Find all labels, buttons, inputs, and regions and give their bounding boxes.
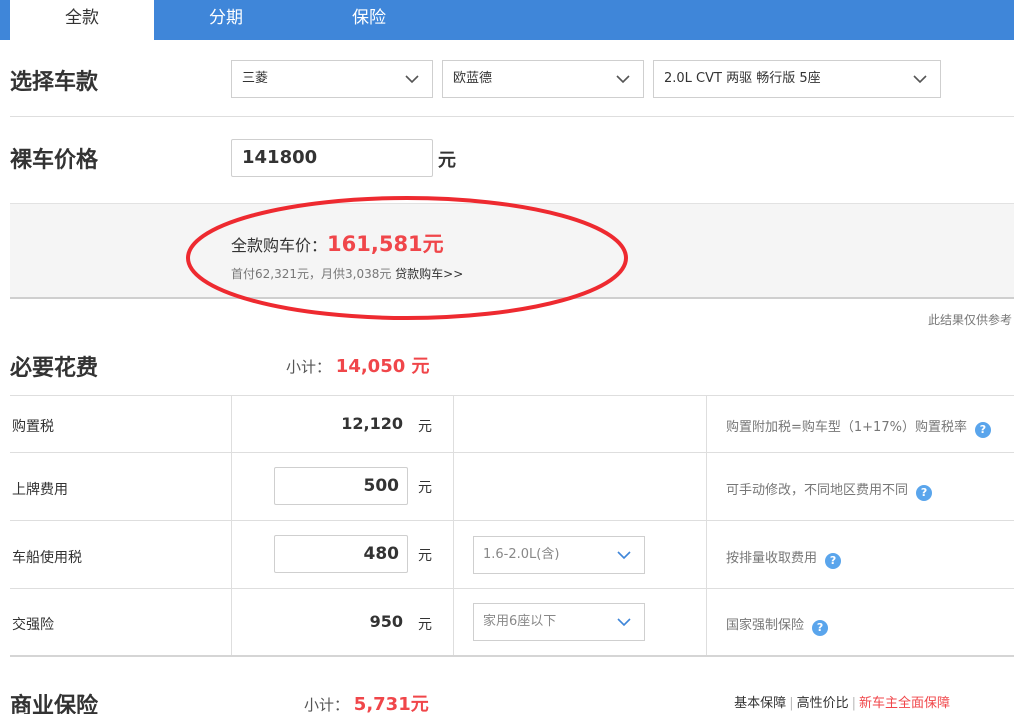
displacement-select[interactable]: 1.6-2.0L(含): [473, 536, 645, 574]
tab-bar: 全款 分期 保险: [0, 0, 1014, 40]
total-price-value: 161,581元: [327, 232, 444, 256]
plan-value-link[interactable]: 高性价比: [797, 696, 849, 711]
chevron-down-icon: [404, 73, 420, 85]
subtotal-label: 小计：: [286, 358, 332, 376]
tab-insurance[interactable]: 保险: [298, 0, 440, 40]
vehicle-tax-label: 车船使用税: [12, 550, 82, 566]
registration-fee-label: 上牌费用: [12, 482, 68, 498]
registration-fee-input[interactable]: 500: [274, 467, 408, 505]
tab-full-payment[interactable]: 全款: [10, 0, 154, 40]
model-select-value: 2.0L CVT 两驱 畅行版 5座: [664, 71, 821, 86]
payment-detail: 首付62,321元，月供3,038元: [231, 267, 392, 281]
table-column-divider: [231, 395, 232, 655]
table-divider: [10, 395, 1014, 396]
loan-purchase-link[interactable]: 贷款购车>>: [395, 267, 463, 281]
necessary-costs-title: 必要花费: [10, 356, 99, 381]
purchase-tax-label: 购置税: [12, 419, 54, 435]
series-select[interactable]: 欧蓝德: [442, 60, 644, 98]
vehicle-tax-note: 按排量收取费用?: [726, 547, 842, 569]
tab-installment[interactable]: 分期: [155, 0, 297, 40]
plan-full-link[interactable]: 新车主全面保障: [859, 696, 950, 711]
question-circle-icon[interactable]: ?: [812, 620, 829, 636]
model-select[interactable]: 2.0L CVT 两驱 畅行版 5座: [653, 60, 941, 98]
reference-note: 此结果仅供参考: [927, 313, 1012, 327]
subtotal-label: 小计：: [304, 696, 350, 714]
compulsory-insurance-label: 交强险: [12, 617, 54, 633]
question-circle-icon[interactable]: ?: [825, 553, 842, 569]
table-divider: [10, 520, 1014, 521]
purchase-tax-amount: 12,120: [341, 414, 403, 433]
vehicle-tax-unit: 元: [418, 548, 432, 564]
table-divider: [10, 655, 1014, 657]
seat-type-select-value: 家用6座以下: [483, 614, 557, 629]
insurance-plan-links: 基本保障 | 高性价比 | 新车主全面保障: [734, 696, 950, 711]
table-column-divider: [706, 395, 707, 655]
necessary-subtotal: 小计： 14,050 元: [286, 352, 430, 378]
chevron-down-icon: [912, 73, 928, 85]
compulsory-insurance-amount: 950: [369, 612, 403, 631]
purchase-tax-note: 购置附加税=购车型（1+17%）购置税率?: [726, 416, 991, 438]
divider: [10, 116, 1014, 117]
table-divider: [10, 452, 1014, 453]
displacement-select-value: 1.6-2.0L(含): [483, 547, 560, 562]
vehicle-tax-input[interactable]: 480: [274, 535, 408, 573]
bare-price-unit: 元: [438, 150, 456, 171]
select-model-title: 选择车款: [10, 70, 99, 95]
compulsory-insurance-unit: 元: [418, 617, 432, 633]
bare-price-title: 裸车价格: [10, 148, 99, 173]
purchase-tax-unit: 元: [418, 419, 432, 435]
subtotal-value: 5,731元: [353, 694, 429, 714]
commercial-subtotal: 小计： 5,731元: [304, 690, 429, 714]
seat-type-select[interactable]: 家用6座以下: [473, 603, 645, 641]
series-select-value: 欧蓝德: [453, 71, 493, 86]
result-box: 全款购车价：161,581元 首付62,321元，月供3,038元 贷款购车>>: [10, 203, 1014, 299]
registration-fee-unit: 元: [418, 480, 432, 496]
chevron-down-icon: [615, 73, 631, 85]
table-divider: [10, 588, 1014, 589]
chevron-down-icon: [616, 616, 632, 628]
question-circle-icon[interactable]: ?: [916, 485, 933, 501]
subtotal-value: 14,050 元: [335, 356, 430, 377]
total-price-label: 全款购车价：: [231, 236, 328, 255]
compulsory-insurance-note: 国家强制保险?: [726, 614, 829, 636]
chevron-down-icon: [616, 549, 632, 561]
registration-fee-note: 可手动修改，不同地区费用不同?: [726, 479, 933, 501]
question-circle-icon[interactable]: ?: [974, 422, 991, 438]
brand-select[interactable]: 三菱: [231, 60, 433, 98]
table-column-divider: [453, 395, 454, 655]
bare-price-input[interactable]: 141800: [231, 139, 433, 177]
commercial-insurance-title: 商业保险: [10, 694, 99, 714]
brand-select-value: 三菱: [242, 71, 269, 86]
plan-basic-link[interactable]: 基本保障: [734, 696, 786, 711]
